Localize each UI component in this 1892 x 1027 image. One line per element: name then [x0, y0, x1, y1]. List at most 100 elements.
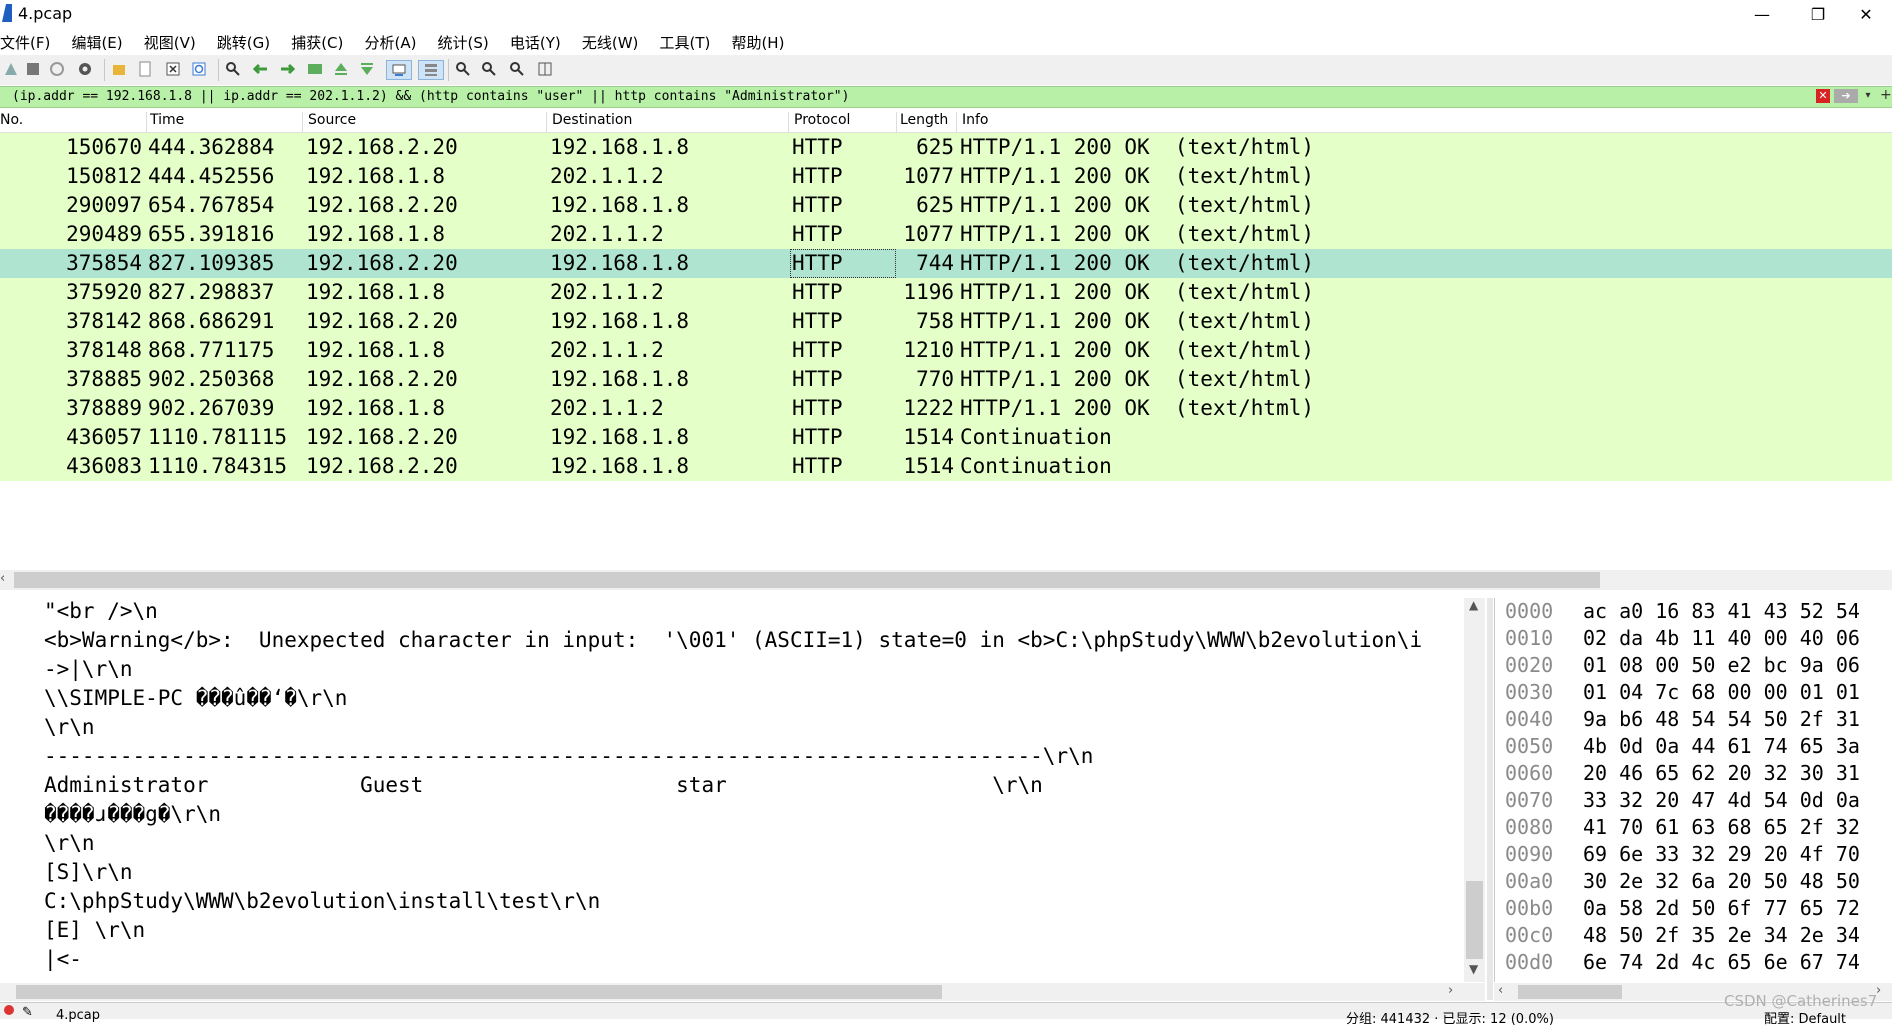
packet-protocol: HTTP — [792, 309, 843, 333]
hex-bytes-pane[interactable]: 0000 ac a0 16 83 41 43 52 54 0010 02 da 4b… — [1494, 598, 1892, 982]
colorize-icon[interactable] — [418, 60, 444, 80]
scroll-left-icon[interactable]: ‹ — [0, 571, 5, 586]
packet-row[interactable]: 378885 902.250368 192.168.2.20 192.168.1.8 H… — [0, 365, 1892, 394]
menu-view[interactable]: 视图(V) — [144, 28, 203, 53]
packet-row[interactable]: 436083 1110.784315 192.168.2.20 192.168.1.8… — [0, 452, 1892, 481]
packet-time: 1110.781115 — [148, 425, 288, 449]
menu-tools[interactable]: 工具(T) — [659, 28, 717, 53]
forward-arrow-icon[interactable] — [278, 60, 296, 78]
menu-telephony[interactable]: 电话(Y) — [510, 28, 568, 53]
clear-filter-icon[interactable]: ✕ — [1816, 89, 1830, 103]
options-gear-icon[interactable] — [76, 60, 94, 78]
packet-row[interactable]: 378142 868.686291 192.168.2.20 192.168.1.8 H… — [0, 307, 1892, 336]
hex-bytes: 01 08 00 50 e2 bc 9a 06 — [1583, 653, 1860, 677]
add-filter-button[interactable]: + — [1880, 87, 1892, 105]
packet-info: HTTP/1.1 200 OK (text/html) — [960, 367, 1315, 391]
packet-info: HTTP/1.1 200 OK (text/html) — [960, 135, 1315, 159]
first-packet-icon[interactable] — [332, 60, 350, 78]
hex-offset: 0010 — [1505, 626, 1554, 650]
packet-source: 192.168.2.20 — [306, 309, 458, 333]
packet-time: 1110.784315 — [148, 454, 288, 478]
zoom-out-icon[interactable] — [480, 60, 498, 78]
packet-source: 192.168.2.20 — [306, 135, 458, 159]
packet-row[interactable]: 290489 655.391816 192.168.1.8 202.1.1.2 HTTP… — [0, 220, 1892, 249]
close-file-icon[interactable] — [164, 60, 182, 78]
packet-row[interactable]: 375920 827.298837 192.168.1.8 202.1.1.2 HTTP… — [0, 278, 1892, 307]
resize-columns-icon[interactable] — [536, 60, 554, 78]
menu-analyze[interactable]: 分析(A) — [364, 28, 423, 53]
packet-info: HTTP/1.1 200 OK (text/html) — [960, 222, 1315, 246]
menu-bar: 文件(F) 编辑(E) 视图(V) 跳转(G) 捕获(C) 分析(A) 统计(S… — [0, 28, 1892, 54]
zoom-in-icon[interactable] — [454, 60, 472, 78]
packet-protocol: HTTP — [792, 338, 843, 362]
menu-file[interactable]: 文件(F) — [0, 28, 57, 53]
packet-no: 375854 — [66, 251, 142, 275]
column-destination[interactable]: Destination — [552, 112, 632, 128]
close-button[interactable]: ✕ — [1838, 0, 1892, 28]
shark-fin-start-icon[interactable] — [2, 60, 20, 78]
menu-edit[interactable]: 编辑(E) — [71, 28, 129, 53]
hex-bytes: 01 04 7c 68 00 00 01 01 — [1583, 680, 1860, 704]
minimize-button[interactable]: — — [1734, 0, 1790, 28]
hex-bytes: 02 da 4b 11 40 00 40 06 — [1583, 626, 1860, 650]
column-time[interactable]: Time — [150, 112, 184, 128]
packet-no: 378889 — [66, 396, 142, 420]
file-icon[interactable] — [136, 60, 154, 78]
menu-statistics[interactable]: 统计(S) — [438, 28, 496, 53]
restart-icon[interactable] — [48, 60, 66, 78]
back-arrow-icon[interactable] — [252, 60, 270, 78]
menu-help[interactable]: 帮助(H) — [731, 28, 791, 53]
stream-horizontal-scrollbar[interactable]: › — [0, 983, 1485, 1001]
packet-row-selected[interactable]: 375854 827.109385 192.168.2.20 192.168.1.8 H… — [0, 249, 1892, 278]
autoscroll-icon[interactable] — [386, 60, 412, 80]
scroll-down-icon[interactable]: ▼ — [1469, 962, 1478, 976]
column-length[interactable]: Length — [900, 112, 948, 128]
column-protocol[interactable]: Protocol — [794, 112, 850, 128]
packet-length: 1222 — [903, 396, 954, 420]
scrollbar-thumb[interactable] — [16, 985, 942, 999]
packet-row[interactable]: 378148 868.771175 192.168.1.8 202.1.1.2 HTTP… — [0, 336, 1892, 365]
hex-offset: 00d0 — [1505, 950, 1554, 974]
open-folder-icon[interactable] — [110, 60, 128, 78]
menu-go[interactable]: 跳转(G) — [217, 28, 277, 53]
stream-text-pane[interactable]: "<br />\n <b>Warning</b>: Unexpected cha… — [0, 598, 1485, 982]
find-icon[interactable] — [224, 60, 242, 78]
packet-row[interactable]: 150670 444.362884 192.168.2.20 192.168.1.8 H… — [0, 133, 1892, 162]
filter-history-dropdown[interactable]: ▾ — [1862, 89, 1874, 103]
window-title: 4.pcap — [18, 4, 73, 23]
stream-line: \r\n — [44, 715, 95, 739]
packet-info: HTTP/1.1 200 OK (text/html) — [960, 251, 1315, 275]
scrollbar-thumb[interactable] — [1466, 881, 1483, 959]
goto-packet-icon[interactable] — [306, 60, 324, 78]
scroll-right-icon[interactable]: › — [1448, 983, 1453, 998]
apply-filter-icon[interactable]: ➔ — [1834, 89, 1858, 103]
stop-icon[interactable] — [24, 60, 42, 78]
menu-wireless[interactable]: 无线(W) — [582, 28, 646, 53]
reload-icon[interactable] — [190, 60, 208, 78]
stream-vertical-scrollbar[interactable]: ▲ ▼ — [1464, 598, 1485, 982]
packet-time: 827.298837 — [148, 280, 275, 304]
pane-splitter[interactable] — [1487, 598, 1493, 1000]
scroll-up-icon[interactable]: ▲ — [1469, 598, 1478, 612]
menu-capture[interactable]: 捕获(C) — [291, 28, 350, 53]
packet-time: 654.767854 — [148, 193, 275, 217]
scrollbar-thumb[interactable] — [1518, 985, 1622, 999]
column-source[interactable]: Source — [308, 112, 356, 128]
last-packet-icon[interactable] — [358, 60, 376, 78]
packet-row[interactable]: 436057 1110.781115 192.168.2.20 192.168.1.8… — [0, 423, 1892, 452]
packet-row[interactable]: 150812 444.452556 192.168.1.8 202.1.1.2 HTTP… — [0, 162, 1892, 191]
packet-time: 827.109385 — [148, 251, 275, 275]
scroll-left-icon[interactable]: ‹ — [1498, 983, 1503, 998]
zoom-normal-icon[interactable] — [508, 60, 526, 78]
packet-destination: 192.168.1.8 — [550, 367, 690, 391]
stream-line: C:\phpStudy\WWW\b2evolution\install\test… — [44, 889, 601, 913]
expert-info-icon[interactable] — [4, 1005, 14, 1015]
packet-row[interactable]: 378889 902.267039 192.168.1.8 202.1.1.2 HTTP… — [0, 394, 1892, 423]
scrollbar-thumb[interactable] — [14, 572, 1600, 588]
packet-row[interactable]: 290097 654.767854 192.168.2.20 192.168.1.8 H… — [0, 191, 1892, 220]
column-info[interactable]: Info — [962, 112, 989, 128]
display-filter-input[interactable] — [12, 87, 1792, 106]
packet-list-horizontal-scrollbar[interactable]: ‹ — [0, 570, 1892, 590]
packet-source: 192.168.1.8 — [306, 396, 446, 420]
column-no[interactable]: No. — [0, 112, 23, 128]
